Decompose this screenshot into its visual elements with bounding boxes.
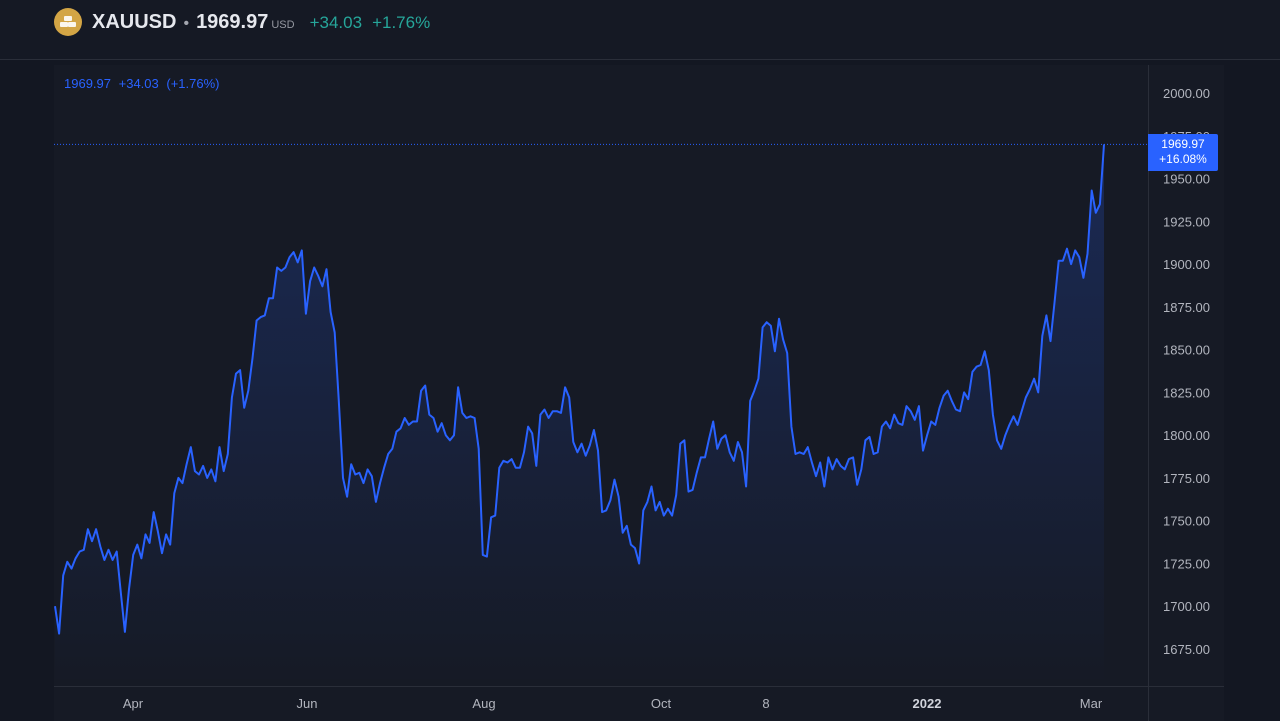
y-tick-label: 1700.00 <box>1163 599 1210 614</box>
last-price-label-percent: +16.08% <box>1159 152 1207 166</box>
y-tick-label: 1900.00 <box>1163 257 1210 272</box>
x-tick-label: Mar <box>1080 696 1103 711</box>
x-tick-label: Apr <box>123 696 144 711</box>
last-price-label: 1969.97 +16.08% <box>1148 134 1218 171</box>
x-tick-label: Aug <box>472 696 495 711</box>
y-tick-label: 1750.00 <box>1163 514 1210 529</box>
y-tick-label: 1950.00 <box>1163 172 1210 187</box>
y-tick-label: 2000.00 <box>1163 86 1210 101</box>
x-tick-label: 2022 <box>913 696 942 711</box>
price-chart: 1675.00 1700.00 1725.00 1750.00 1775.00 1800.… <box>54 86 1210 711</box>
series-area-fill <box>55 144 1104 685</box>
series-legend: 1969.97 +34.03 (+1.76%) <box>64 76 224 91</box>
last-price-label-value: 1969.97 <box>1161 137 1205 151</box>
x-tick-label: Jun <box>297 696 318 711</box>
y-tick-label: 1675.00 <box>1163 642 1210 657</box>
x-tick-label: Oct <box>651 696 672 711</box>
y-tick-label: 1875.00 <box>1163 300 1210 315</box>
y-tick-label: 1775.00 <box>1163 471 1210 486</box>
y-tick-label: 1850.00 <box>1163 343 1210 358</box>
x-tick-label: 8 <box>762 696 769 711</box>
y-tick-label: 1800.00 <box>1163 428 1210 443</box>
y-tick-label: 1825.00 <box>1163 385 1210 400</box>
legend-change-percent: (+1.76%) <box>166 76 220 91</box>
legend-change: +34.03 <box>118 76 159 91</box>
y-tick-label: 1925.00 <box>1163 214 1210 229</box>
legend-last-value: 1969.97 <box>64 76 111 91</box>
y-tick-label: 1725.00 <box>1163 556 1210 571</box>
